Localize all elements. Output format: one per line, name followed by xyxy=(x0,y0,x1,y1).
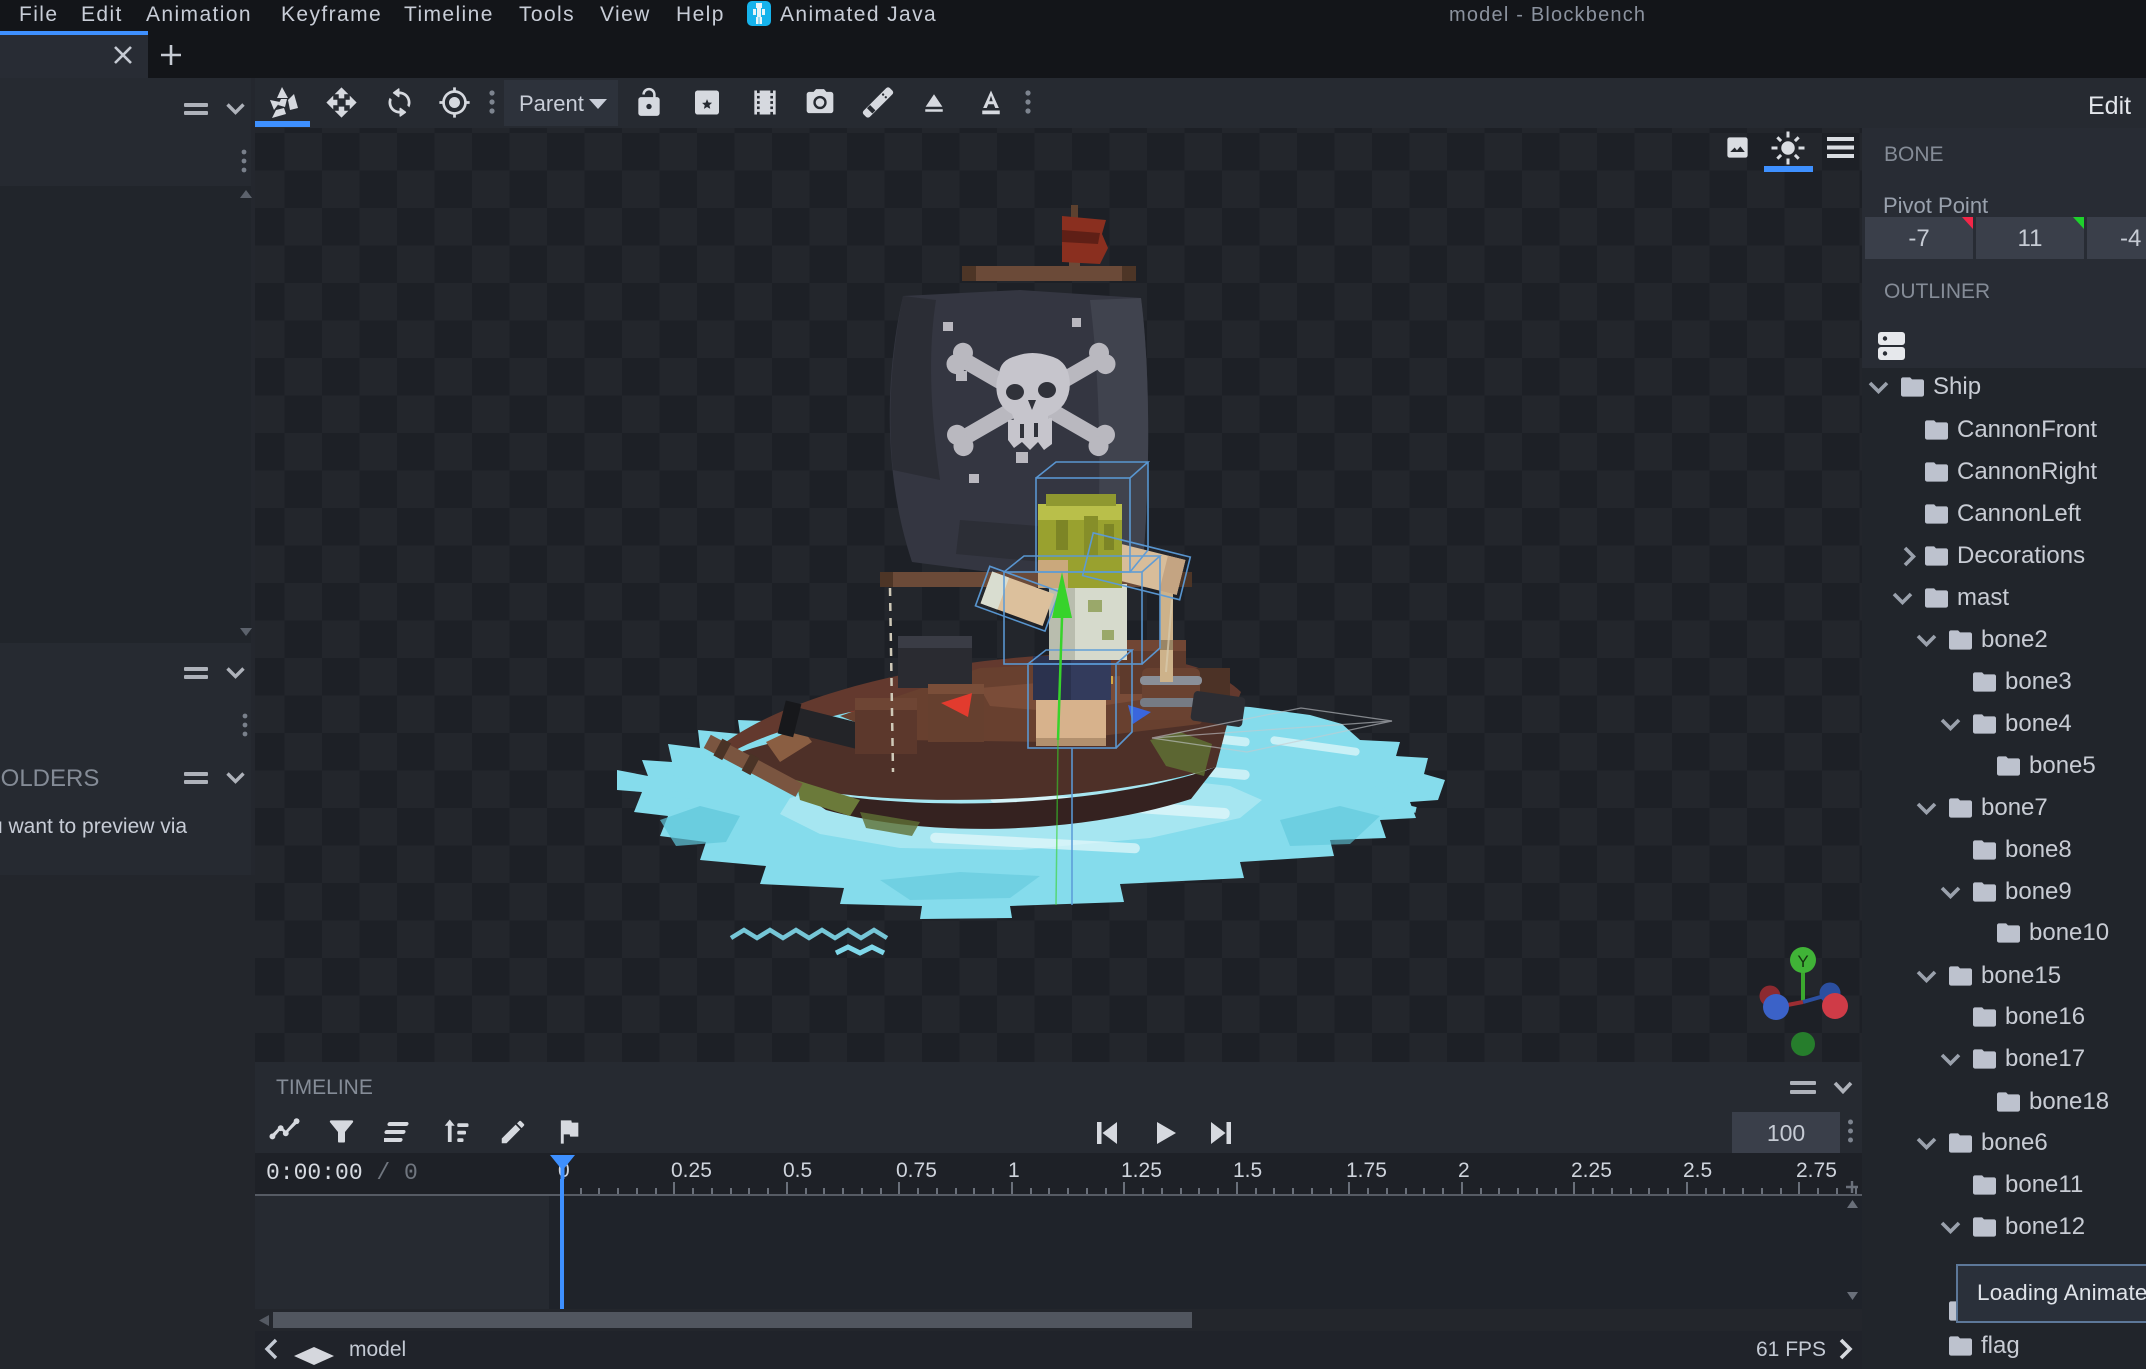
svg-text:Y: Y xyxy=(1797,952,1808,971)
